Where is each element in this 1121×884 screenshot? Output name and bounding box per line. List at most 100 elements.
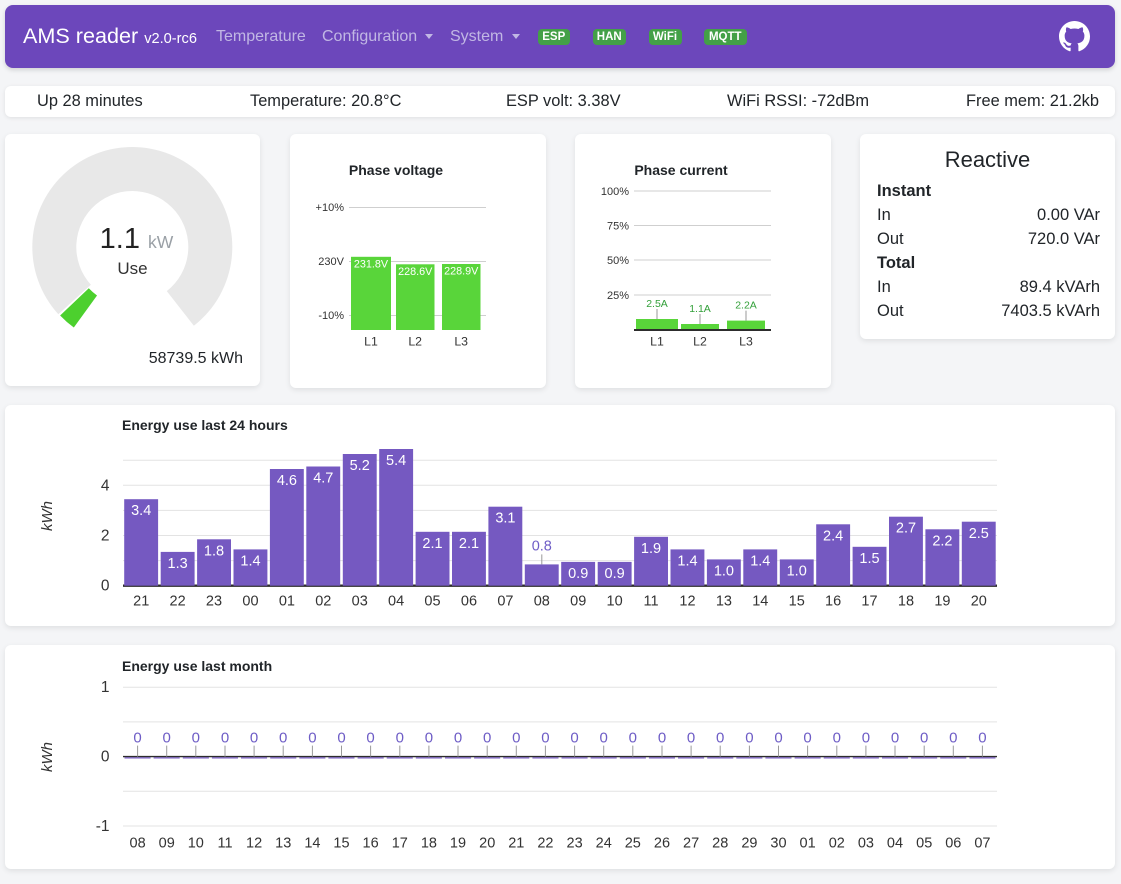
svg-text:11: 11 <box>643 594 658 610</box>
svg-text:0: 0 <box>221 730 229 747</box>
svg-text:0: 0 <box>716 730 724 747</box>
svg-text:0: 0 <box>454 730 462 747</box>
svg-text:0: 0 <box>512 730 520 747</box>
svg-text:2.1: 2.1 <box>459 536 479 552</box>
svg-text:21: 21 <box>508 836 524 852</box>
svg-text:19: 19 <box>934 594 950 610</box>
svg-text:1.0: 1.0 <box>787 563 807 579</box>
svg-text:24: 24 <box>596 836 612 852</box>
svg-text:13: 13 <box>716 594 732 610</box>
svg-text:0.8: 0.8 <box>532 538 552 554</box>
svg-text:1: 1 <box>101 679 110 696</box>
svg-text:07: 07 <box>974 836 990 852</box>
svg-text:0: 0 <box>366 730 374 747</box>
svg-text:14: 14 <box>304 836 320 852</box>
svg-text:12: 12 <box>246 836 262 852</box>
svg-text:0: 0 <box>687 730 695 747</box>
svg-text:13: 13 <box>275 836 291 852</box>
svg-text:04: 04 <box>388 594 404 610</box>
svg-text:1.4: 1.4 <box>240 553 260 569</box>
svg-text:228.9V: 228.9V <box>444 266 479 278</box>
svg-text:06: 06 <box>945 836 961 852</box>
svg-text:25: 25 <box>625 836 641 852</box>
svg-text:1.3: 1.3 <box>168 556 188 572</box>
svg-text:kWh: kWh <box>39 501 56 531</box>
svg-text:2.2: 2.2 <box>932 533 952 549</box>
svg-text:2.5A: 2.5A <box>646 298 668 310</box>
svg-text:23: 23 <box>206 594 222 610</box>
svg-text:02: 02 <box>829 836 845 852</box>
svg-text:-10%: -10% <box>318 310 344 322</box>
svg-text:1.1A: 1.1A <box>689 303 711 315</box>
svg-text:20: 20 <box>971 594 987 610</box>
svg-text:01: 01 <box>279 594 295 610</box>
svg-text:0: 0 <box>163 730 171 747</box>
svg-text:0: 0 <box>949 730 957 747</box>
svg-text:11: 11 <box>217 836 232 852</box>
svg-text:23: 23 <box>567 836 583 852</box>
svg-text:0: 0 <box>483 730 491 747</box>
svg-text:0: 0 <box>279 730 287 747</box>
svg-text:0: 0 <box>600 730 608 747</box>
svg-text:0.9: 0.9 <box>605 566 625 582</box>
svg-text:0: 0 <box>629 730 637 747</box>
svg-text:09: 09 <box>159 836 175 852</box>
svg-text:27: 27 <box>683 836 699 852</box>
svg-text:01: 01 <box>800 836 816 852</box>
svg-text:0: 0 <box>658 730 666 747</box>
svg-text:kWh: kWh <box>39 742 56 772</box>
svg-text:0: 0 <box>101 578 110 595</box>
svg-text:0: 0 <box>570 730 578 747</box>
svg-text:08: 08 <box>534 594 550 610</box>
svg-text:17: 17 <box>392 836 408 852</box>
svg-text:0: 0 <box>101 749 110 766</box>
svg-text:0: 0 <box>250 730 258 747</box>
svg-text:19: 19 <box>450 836 466 852</box>
svg-text:Phase voltage: Phase voltage <box>349 162 443 178</box>
svg-text:07: 07 <box>497 594 513 610</box>
svg-text:4.7: 4.7 <box>313 471 333 487</box>
svg-text:26: 26 <box>654 836 670 852</box>
svg-text:2.4: 2.4 <box>823 528 843 544</box>
svg-text:0: 0 <box>133 730 141 747</box>
svg-text:15: 15 <box>789 594 805 610</box>
svg-text:22: 22 <box>537 836 553 852</box>
svg-text:0: 0 <box>774 730 782 747</box>
svg-text:50%: 50% <box>607 255 629 267</box>
svg-text:100%: 100% <box>601 186 629 198</box>
svg-text:0: 0 <box>192 730 200 747</box>
svg-text:05: 05 <box>424 594 440 610</box>
svg-text:20: 20 <box>479 836 495 852</box>
svg-text:16: 16 <box>363 836 379 852</box>
svg-text:15: 15 <box>333 836 349 852</box>
svg-text:4: 4 <box>101 477 110 494</box>
svg-text:230V: 230V <box>318 256 344 268</box>
svg-text:0: 0 <box>337 730 345 747</box>
svg-text:0: 0 <box>308 730 316 747</box>
svg-text:4.6: 4.6 <box>277 473 297 489</box>
svg-text:0: 0 <box>803 730 811 747</box>
svg-text:21: 21 <box>133 594 149 610</box>
svg-text:0: 0 <box>891 730 899 747</box>
svg-text:08: 08 <box>130 836 146 852</box>
svg-text:0: 0 <box>833 730 841 747</box>
svg-text:17: 17 <box>861 594 877 610</box>
svg-text:+10%: +10% <box>316 202 345 214</box>
svg-text:5.2: 5.2 <box>350 458 370 474</box>
svg-text:2.2A: 2.2A <box>735 300 757 312</box>
svg-text:30: 30 <box>770 836 786 852</box>
svg-text:2: 2 <box>101 528 110 545</box>
svg-text:10: 10 <box>607 594 623 610</box>
svg-text:12: 12 <box>679 594 695 610</box>
svg-text:-1: -1 <box>96 818 110 835</box>
svg-text:75%: 75% <box>607 221 629 233</box>
svg-text:00: 00 <box>242 594 258 610</box>
svg-text:18: 18 <box>421 836 437 852</box>
svg-text:L1: L1 <box>364 335 378 349</box>
svg-text:2.7: 2.7 <box>896 521 916 537</box>
svg-text:1.5: 1.5 <box>859 551 879 567</box>
svg-text:L3: L3 <box>454 335 468 349</box>
svg-text:18: 18 <box>898 594 914 610</box>
svg-text:09: 09 <box>570 594 586 610</box>
svg-text:0: 0 <box>862 730 870 747</box>
